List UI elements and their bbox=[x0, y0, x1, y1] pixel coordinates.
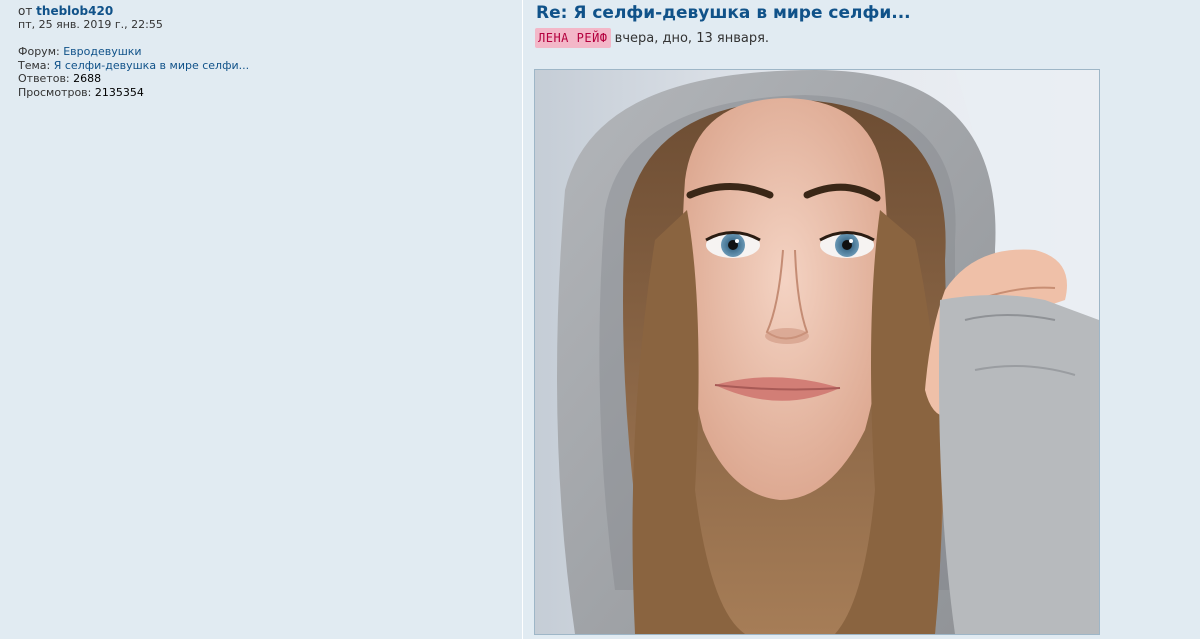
topic-label: Тема: bbox=[18, 58, 51, 72]
post-date: пт, 25 янв. 2019 г., 22:55 bbox=[18, 18, 163, 31]
topic-summary-panel: от theblob420 пт, 25 янв. 2019 г., 22:55… bbox=[0, 0, 522, 639]
post-byline: ЛЕНА РЕЙФ вчера, дно, 13 января. bbox=[535, 28, 769, 48]
topic-link[interactable]: Я селфи-девушка в мире селфи... bbox=[54, 59, 249, 72]
views-row: Просмотров: 2135354 bbox=[18, 86, 249, 100]
replies-count: 2688 bbox=[73, 72, 102, 85]
by-label: от bbox=[18, 4, 33, 18]
post-meta-text: вчера, дно, 13 января. bbox=[614, 31, 770, 46]
topic-meta: Форум: Евродевушки Тема: Я селфи-девушка… bbox=[18, 45, 249, 99]
views-count: 2135354 bbox=[94, 85, 144, 99]
post-panel: Re: Я селфи-девушка в мире селфи... ЛЕНА… bbox=[523, 0, 1200, 639]
replies-row: Ответов: 2688 bbox=[18, 72, 249, 86]
author-link[interactable]: theblob420 bbox=[36, 4, 113, 18]
post-author-badge[interactable]: ЛЕНА РЕЙФ bbox=[535, 28, 611, 48]
selfie-photo-illustration bbox=[535, 70, 1099, 634]
forum-row: Форум: Евродевушки bbox=[18, 45, 249, 59]
forum-link[interactable]: Евродевушки bbox=[63, 45, 141, 58]
forum-label: Форум: bbox=[18, 45, 60, 58]
post-title-link[interactable]: Re: Я селфи-девушка в мире селфи... bbox=[536, 2, 911, 24]
selfie-photo[interactable] bbox=[534, 69, 1100, 635]
views-label: Просмотров: bbox=[18, 85, 92, 99]
topic-row: Тема: Я селфи-девушка в мире селфи... bbox=[18, 59, 249, 73]
replies-label: Ответов: bbox=[18, 72, 70, 85]
author-line: от theblob420 bbox=[18, 4, 113, 18]
